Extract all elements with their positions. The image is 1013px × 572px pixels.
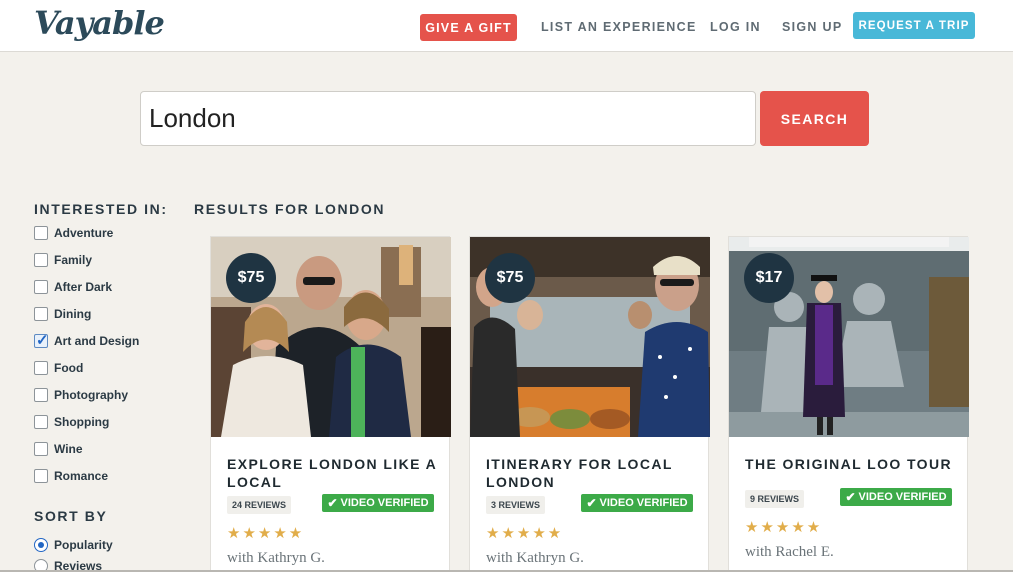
- video-verified-label: VIDEO VERIFIED: [340, 497, 429, 509]
- list-an-experience-link[interactable]: LIST AN EXPERIENCE: [541, 20, 697, 34]
- experience-photo[interactable]: $75: [211, 237, 451, 437]
- filter-checkbox[interactable]: [34, 280, 48, 294]
- filter-label: Dining: [54, 307, 92, 321]
- filter-wine[interactable]: Wine: [34, 440, 83, 458]
- reviews-count-badge: 9 REVIEWS: [745, 490, 805, 508]
- experience-title[interactable]: EXPLORE LONDON LIKE A LOCAL: [227, 455, 442, 491]
- filter-checkbox[interactable]: [34, 361, 48, 375]
- star-rating: ★★★★★: [486, 525, 564, 542]
- price-badge: $17: [744, 253, 794, 303]
- filter-label: Adventure: [54, 226, 114, 240]
- filter-photography[interactable]: Photography: [34, 386, 128, 404]
- check-icon: ✔: [845, 490, 856, 504]
- experience-card[interactable]: $75 ITINERARY FOR LOCAL LONDON 3 REVIEWS…: [469, 236, 710, 572]
- filter-label: Art and Design: [54, 334, 140, 348]
- filter-dining[interactable]: Dining: [34, 305, 91, 323]
- filter-label: Romance: [54, 469, 109, 483]
- results-heading: RESULTS FOR LONDON: [194, 201, 386, 217]
- check-icon: ✔: [586, 496, 597, 510]
- filter-label: Shopping: [54, 415, 110, 429]
- vayable-logo[interactable]: Vayable: [34, 4, 165, 42]
- filter-art-and-design[interactable]: Art and Design: [34, 331, 140, 350]
- filter-checkbox[interactable]: [34, 415, 48, 429]
- star-rating: ★★★★★: [227, 525, 305, 542]
- price-badge: $75: [485, 253, 535, 303]
- filter-checkbox[interactable]: [34, 388, 48, 402]
- sort-label: Popularity: [54, 538, 113, 552]
- filter-family[interactable]: Family: [34, 251, 92, 269]
- experience-title[interactable]: THE ORIGINAL LOO TOUR: [745, 455, 960, 473]
- host-name: with Kathryn G.: [486, 550, 584, 566]
- filter-label: After Dark: [54, 280, 113, 294]
- search-button[interactable]: SEARCH: [760, 91, 869, 146]
- price-badge: $75: [226, 253, 276, 303]
- experience-title[interactable]: ITINERARY FOR LOCAL LONDON: [486, 455, 701, 491]
- reviews-count-badge: 24 REVIEWS: [227, 496, 292, 514]
- experience-card[interactable]: $75 EXPLORE LONDON LIKE A LOCAL 24 REVIE…: [210, 236, 451, 572]
- video-verified-badge: ✔ VIDEO VERIFIED: [581, 494, 693, 512]
- filter-adventure[interactable]: Adventure: [34, 224, 113, 242]
- sort-by-heading: SORT BY: [34, 508, 108, 524]
- give-a-gift-button[interactable]: GIVE A GIFT: [420, 14, 517, 41]
- filter-shopping[interactable]: Shopping: [34, 413, 109, 431]
- filter-checkbox[interactable]: [34, 469, 48, 483]
- experience-photo[interactable]: $17: [729, 237, 969, 437]
- sign-up-link[interactable]: SIGN UP: [782, 20, 843, 34]
- experience-card[interactable]: $17 THE ORIGINAL LOO TOUR 9 REVIEWS ✔ VI…: [728, 236, 969, 572]
- log-in-link[interactable]: LOG IN: [710, 20, 761, 34]
- filter-food[interactable]: Food: [34, 359, 83, 377]
- request-a-trip-button[interactable]: REQUEST A TRIP: [853, 12, 975, 39]
- sort-popularity[interactable]: Popularity: [34, 536, 113, 554]
- top-navigation: Vayable GIVE A GIFT LIST AN EXPERIENCE L…: [0, 0, 1013, 52]
- sort-radio-selected[interactable]: [34, 538, 48, 552]
- interested-in-heading: INTERESTED IN:: [34, 201, 168, 217]
- reviews-count-badge: 3 REVIEWS: [486, 496, 546, 514]
- video-verified-label: VIDEO VERIFIED: [858, 491, 947, 503]
- search-input[interactable]: [140, 91, 756, 146]
- filter-label: Photography: [54, 388, 128, 402]
- filter-label: Food: [54, 361, 84, 375]
- experience-photo[interactable]: $75: [470, 237, 710, 437]
- filter-checkbox[interactable]: [34, 307, 48, 321]
- filter-label: Family: [54, 253, 93, 267]
- filter-checkbox-checked[interactable]: [34, 331, 49, 349]
- host-name: with Rachel E.: [745, 544, 834, 560]
- video-verified-badge: ✔ VIDEO VERIFIED: [322, 494, 434, 512]
- filter-after-dark[interactable]: After Dark: [34, 278, 112, 296]
- filter-romance[interactable]: Romance: [34, 467, 108, 485]
- star-rating: ★★★★★: [745, 519, 823, 536]
- video-verified-badge: ✔ VIDEO VERIFIED: [840, 488, 952, 506]
- video-verified-label: VIDEO VERIFIED: [599, 497, 688, 509]
- filter-checkbox[interactable]: [34, 253, 48, 267]
- check-icon: ✔: [327, 496, 338, 510]
- filter-label: Wine: [54, 442, 83, 456]
- host-name: with Kathryn G.: [227, 550, 325, 566]
- filter-checkbox[interactable]: [34, 442, 48, 456]
- filter-checkbox[interactable]: [34, 226, 48, 240]
